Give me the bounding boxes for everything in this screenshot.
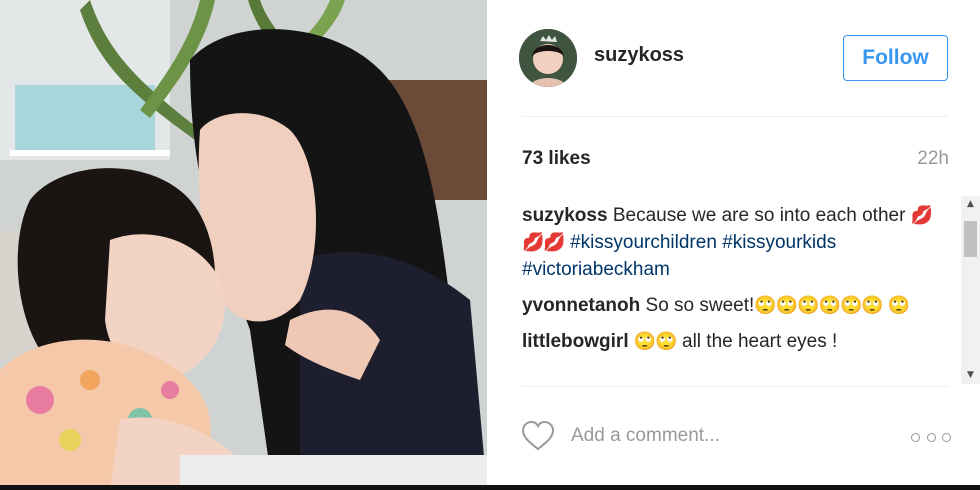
post-time[interactable]: 22h: [917, 148, 949, 170]
likes-count[interactable]: 73 likes: [522, 148, 591, 170]
caption-text: Because we are so into each other: [612, 205, 906, 226]
add-comment-input[interactable]: [571, 421, 891, 451]
window-bottom-edge: [0, 485, 980, 490]
comments-scrollbar[interactable]: ▲ ▼: [961, 196, 980, 384]
heart-icon[interactable]: [521, 420, 555, 452]
caption: suzykoss Because we are so into each oth…: [522, 202, 952, 283]
comment-username[interactable]: yvonnetanoh: [522, 295, 640, 316]
hashtag-link[interactable]: #kissyourkids: [722, 232, 836, 253]
avatar[interactable]: [519, 29, 577, 87]
dot: [911, 432, 920, 442]
follow-button[interactable]: Follow: [843, 35, 948, 81]
comment-item: littlebowgirl 🙄🙄 all the heart eyes !: [522, 328, 952, 355]
divider: [522, 386, 949, 387]
caption-username[interactable]: suzykoss: [522, 205, 608, 226]
post-header: suzykoss Follow: [487, 0, 962, 116]
comments-list: suzykoss Because we are so into each oth…: [522, 202, 952, 386]
dot: [942, 432, 951, 442]
comment-username[interactable]: littlebowgirl: [522, 331, 629, 352]
comment-text: So so sweet!: [645, 295, 755, 316]
dot: [926, 432, 936, 442]
hashtag-link[interactable]: #kissyourchildren: [570, 232, 717, 253]
divider: [522, 116, 949, 117]
comment-item: yvonnetanoh So so sweet!🙄🙄🙄🙄🙄🙄 🙄: [522, 292, 952, 319]
scroll-up-arrow-icon[interactable]: ▲: [961, 196, 980, 213]
comment-text: all the heart eyes !: [682, 331, 838, 352]
post-photo[interactable]: [0, 0, 487, 490]
scrollbar-thumb[interactable]: [964, 221, 977, 257]
comment-emoji: 🙄🙄: [633, 331, 678, 352]
hashtag-link[interactable]: #victoriabeckham: [522, 259, 670, 280]
post-details-panel: suzykoss Follow 73 likes 22h suzykoss Be…: [487, 0, 980, 490]
post-username[interactable]: suzykoss: [594, 44, 684, 67]
more-options-icon[interactable]: [911, 428, 951, 446]
scroll-down-arrow-icon[interactable]: ▼: [961, 367, 980, 384]
comment-emoji: 🙄🙄🙄🙄🙄🙄 🙄: [754, 295, 910, 316]
